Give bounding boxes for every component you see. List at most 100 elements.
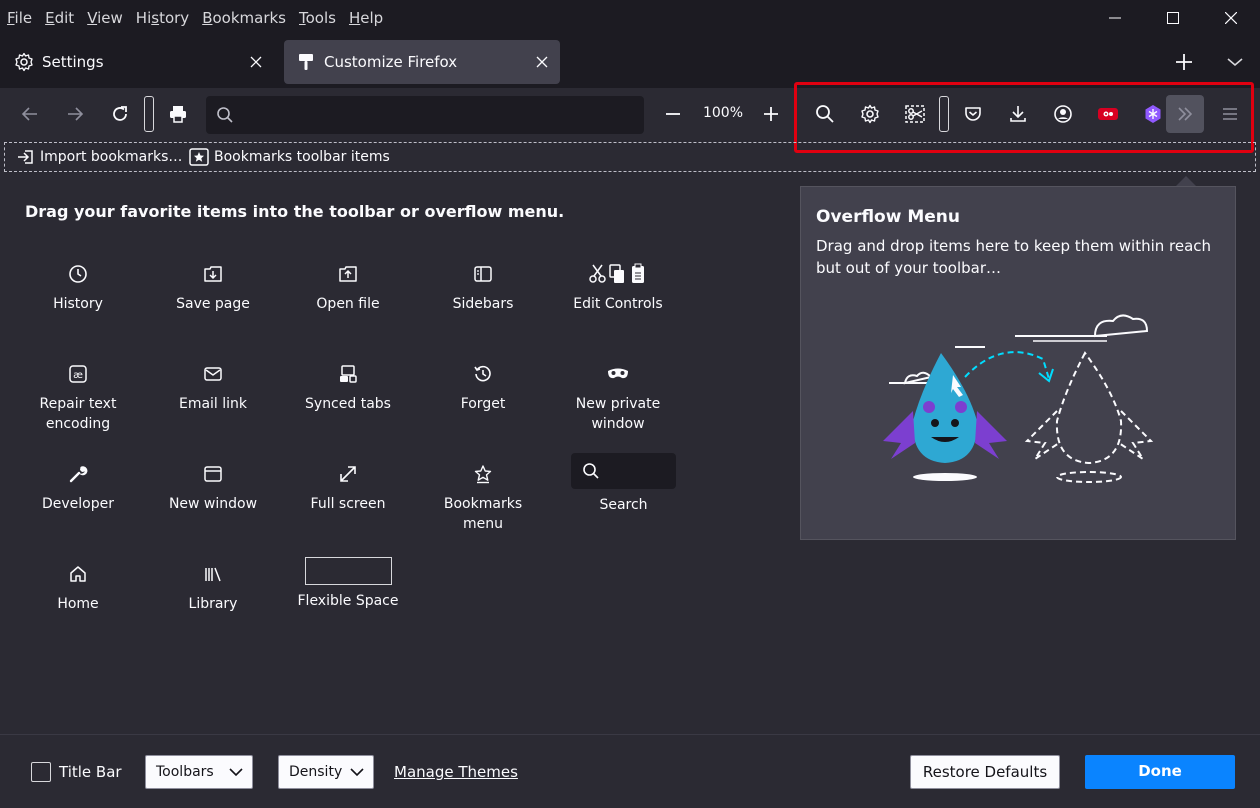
bookmarks-menu-icon	[474, 465, 492, 484]
palette-item-open-file[interactable]: Open file	[283, 262, 413, 314]
menu-bookmarks-label: ookmarks	[212, 9, 286, 27]
text-encoding-icon: æ	[69, 365, 87, 383]
import-bookmarks-button[interactable]: Import bookmarks…	[17, 148, 182, 166]
clock-icon	[69, 265, 87, 283]
bookmarks-toolbar-items[interactable]: Bookmarks toolbar items	[189, 148, 390, 166]
back-button[interactable]	[14, 98, 46, 130]
import-bookmarks-label: Import bookmarks…	[40, 149, 183, 165]
print-icon	[170, 106, 186, 123]
menu-bar: File Edit View History Bookmarks Tools H…	[0, 0, 389, 36]
density-dropdown[interactable]: Density	[278, 755, 374, 789]
tab-customize-label: Customize Firefox	[324, 53, 458, 71]
palette-item-forget[interactable]: Forget	[418, 362, 548, 414]
plus-icon	[764, 107, 778, 121]
palette-label: Home	[57, 596, 99, 612]
forget-icon	[474, 365, 491, 382]
restore-defaults-button[interactable]: Restore Defaults	[910, 755, 1060, 789]
palette-item-email-link[interactable]: Email link	[148, 362, 278, 414]
menu-view[interactable]: View	[80, 0, 129, 36]
tab-customize-firefox[interactable]: Customize Firefox	[284, 40, 560, 84]
title-bar-label[interactable]: Title Bar	[59, 763, 122, 781]
menu-help[interactable]: Help	[342, 0, 389, 36]
palette-item-flexible-space[interactable]: Flexible Space	[283, 557, 413, 611]
density-dropdown-label: Density	[289, 764, 343, 780]
close-icon[interactable]	[534, 54, 550, 70]
email-icon	[204, 367, 222, 381]
palette-item-new-window[interactable]: New window	[148, 462, 278, 514]
palette-item-save-page[interactable]: Save page	[148, 262, 278, 314]
flexible-spacer-slot[interactable]	[144, 96, 154, 132]
fullscreen-icon	[340, 466, 356, 482]
palette-label: Edit Controls	[573, 296, 663, 312]
palette-label: New window	[168, 496, 258, 512]
menu-tools[interactable]: Tools	[292, 0, 342, 36]
palette-item-bookmarks-menu[interactable]: Bookmarks menu	[418, 462, 548, 534]
close-icon	[1225, 12, 1237, 24]
palette-item-full-screen[interactable]: Full screen	[283, 462, 413, 514]
minus-icon	[666, 113, 680, 115]
overflow-menu-panel[interactable]: Overflow Menu Drag and drop items here t…	[800, 186, 1236, 540]
palette-item-search[interactable]: Search	[571, 453, 676, 515]
palette-item-edit-controls[interactable]: Edit Controls	[553, 262, 683, 314]
chevron-down-icon	[350, 768, 364, 777]
bookmarks-toolbar-items-label: Bookmarks toolbar items	[214, 149, 390, 165]
reload-button[interactable]	[104, 98, 136, 130]
zoom-in-button[interactable]	[755, 98, 787, 130]
zoom-level[interactable]: 100%	[700, 105, 746, 121]
palette-label: Search	[599, 497, 648, 513]
menu-file-label: ile	[14, 9, 33, 27]
palette-item-library[interactable]: Library	[148, 562, 278, 614]
close-window-button[interactable]	[1202, 0, 1260, 36]
edit-controls-icon	[589, 263, 644, 283]
menu-history[interactable]: History	[129, 0, 195, 36]
menu-help-mnemonic: H	[348, 9, 361, 27]
wrench-icon	[69, 466, 88, 483]
new-tab-icon[interactable]	[1170, 50, 1198, 74]
palette-item-history[interactable]: History	[13, 262, 143, 314]
palette-label: New private	[575, 396, 661, 412]
zoom-out-button[interactable]	[657, 98, 689, 130]
toolbars-dropdown-label: Toolbars	[156, 764, 214, 780]
menu-file-mnemonic: F	[7, 9, 15, 27]
menu-view-label: iew	[97, 9, 123, 27]
reload-icon	[113, 106, 127, 121]
menu-file[interactable]: File	[0, 0, 38, 36]
close-icon[interactable]	[248, 54, 264, 70]
done-button[interactable]: Done	[1085, 755, 1235, 789]
palette-item-new-private-window[interactable]: New private window	[553, 362, 683, 434]
palette-label: menu	[463, 516, 503, 532]
import-icon	[18, 150, 33, 164]
palette-item-synced-tabs[interactable]: Synced tabs	[283, 362, 413, 414]
arrow-right-icon	[68, 107, 84, 121]
forward-button[interactable]	[59, 98, 91, 130]
palette-label: Email link	[178, 396, 248, 412]
tab-strip: Settings Customize Firefox	[0, 38, 1260, 86]
search-box-preview	[571, 453, 676, 489]
minimize-icon	[1109, 17, 1121, 19]
palette-heading: Drag your favorite items into the toolba…	[25, 202, 565, 221]
private-mask-icon	[608, 368, 628, 379]
menu-bookmarks[interactable]: Bookmarks	[195, 0, 292, 36]
menu-edit[interactable]: Edit	[38, 0, 80, 36]
minimize-button[interactable]	[1086, 0, 1144, 36]
palette-item-developer[interactable]: Developer	[13, 462, 143, 514]
chevron-down-icon[interactable]	[1222, 50, 1248, 74]
print-button[interactable]	[162, 98, 194, 130]
url-input[interactable]	[246, 100, 636, 130]
url-bar[interactable]	[206, 96, 644, 134]
chevron-down-icon	[229, 768, 243, 777]
toolbars-dropdown[interactable]: Toolbars	[145, 755, 253, 789]
title-bar-checkbox[interactable]	[31, 762, 51, 782]
palette-label: Flexible Space	[297, 593, 399, 609]
tab-settings[interactable]: Settings	[2, 40, 274, 84]
menu-help-label: elp	[360, 9, 384, 27]
bookmarks-toolbar: Import bookmarks… Bookmarks toolbar item…	[4, 142, 1256, 172]
palette-item-sidebars[interactable]: Sidebars	[418, 262, 548, 314]
palette-item-repair-text-encoding[interactable]: æ Repair text encoding	[13, 362, 143, 434]
menu-history-post: tory	[159, 9, 190, 27]
manage-themes-link[interactable]: Manage Themes	[394, 763, 518, 781]
title-bar: File Edit View History Bookmarks Tools H…	[0, 0, 1260, 88]
palette-item-home[interactable]: Home	[13, 562, 143, 614]
maximize-button[interactable]	[1144, 0, 1202, 36]
palette-label: Sidebars	[452, 296, 514, 312]
